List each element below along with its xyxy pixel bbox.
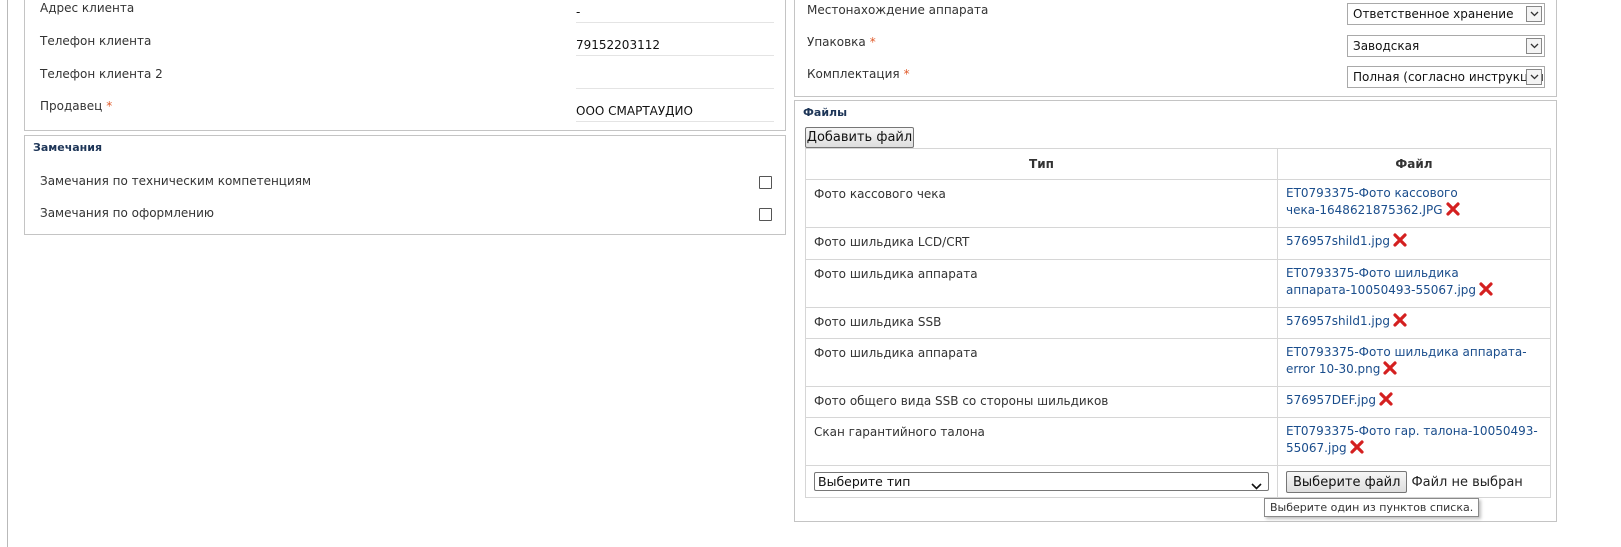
delete-icon[interactable] — [1383, 361, 1397, 380]
file-type-cell: Фото шильдика аппарата — [805, 338, 1278, 387]
completeness-value: Полная (согласно инструкции) — [1353, 70, 1545, 84]
client-address-label: Адрес клиента — [40, 1, 135, 15]
new-file-cell: Выберите файл Файл не выбран — [1277, 465, 1551, 498]
device-location-select[interactable]: Ответственное хранение — [1347, 3, 1545, 25]
files-title: Файлы — [803, 106, 848, 119]
divider — [576, 22, 774, 23]
page-left-border — [7, 0, 8, 547]
packaging-select[interactable]: Заводская — [1347, 35, 1545, 57]
table-row: Фото шильдика аппарата ET0793375-Фото ши… — [805, 338, 1551, 387]
packaging-label: Упаковка * — [807, 35, 876, 49]
remark-technical-label: Замечания по техническим компетенциям — [40, 174, 312, 188]
table-row: Скан гарантийного талона ET0793375-Фото … — [805, 417, 1551, 466]
table-row: Фото кассового чека ET0793375-Фото кассо… — [805, 179, 1551, 228]
file-cell: ET0793375-Фото гар. талона-10050493-5506… — [1277, 417, 1551, 466]
delete-icon[interactable] — [1445, 202, 1460, 221]
chevron-down-icon — [1526, 38, 1542, 54]
completeness-label: Комплектация * — [807, 67, 910, 81]
file-cell: ET0793375-Фото кассового чека-1648621875… — [1277, 179, 1551, 228]
chevron-down-icon — [1251, 478, 1262, 493]
file-cell: ET0793375-Фото шильдика аппарата-1005049… — [1277, 259, 1551, 308]
select-tooltip: Выберите один из пунктов списка. — [1264, 498, 1480, 517]
table-row: Фото шильдика аппарата ET0793375-Фото ши… — [805, 259, 1551, 308]
file-cell: ET0793375-Фото шильдика аппарата-error 1… — [1277, 338, 1551, 387]
file-link[interactable]: ET0793375-Фото шильдика аппарата-1005049… — [1286, 266, 1476, 297]
file-cell: 576957shild1.jpg — [1277, 227, 1551, 260]
file-link[interactable]: 576957shild1.jpg — [1286, 234, 1390, 248]
seller-value: ООО СМАРТАУДИО — [576, 104, 693, 118]
client-phone-value: 79152203112 — [576, 38, 660, 52]
client-address-value: - — [576, 5, 581, 19]
delete-icon[interactable] — [1393, 233, 1407, 252]
device-location-label: Местонахождение аппарата — [807, 3, 989, 17]
delete-icon[interactable] — [1479, 282, 1493, 301]
no-file-text: Файл не выбран — [1411, 475, 1523, 490]
file-link[interactable]: 576957shild1.jpg — [1286, 314, 1390, 328]
seller-label: Продавец * — [40, 99, 113, 113]
delete-icon[interactable] — [1379, 392, 1393, 411]
column-header-type: Тип — [805, 148, 1278, 180]
add-file-button[interactable]: Добавить файл — [805, 127, 914, 148]
new-file-row: Выберите тип Выберите файл Файл не выбран — [805, 465, 1551, 498]
divider — [576, 88, 774, 89]
new-file-type-cell: Выберите тип — [805, 465, 1278, 498]
file-type-select[interactable]: Выберите тип — [814, 472, 1269, 491]
file-type-placeholder: Выберите тип — [818, 474, 911, 489]
file-type-cell: Скан гарантийного талона — [805, 417, 1278, 466]
required-mark: * — [106, 99, 113, 113]
required-mark: * — [903, 67, 910, 81]
file-link[interactable]: 576957DEF.jpg — [1286, 393, 1376, 407]
remarks-panel: Замечания Замечания по техническим компе… — [24, 135, 786, 235]
file-type-cell: Фото общего вида SSB со стороны шильдико… — [805, 386, 1278, 418]
client-info-panel: Адрес клиента - Телефон клиента 79152203… — [24, 0, 786, 131]
file-cell: 576957DEF.jpg — [1277, 386, 1551, 418]
file-cell: 576957shild1.jpg — [1277, 307, 1551, 339]
table-row: Фото общего вида SSB со стороны шильдико… — [805, 386, 1551, 418]
table-header-row: Тип Файл — [805, 148, 1551, 180]
remark-formatting-label: Замечания по оформлению — [40, 206, 215, 220]
chevron-down-icon — [1526, 6, 1542, 22]
delete-icon[interactable] — [1393, 313, 1407, 332]
column-header-file: Файл — [1277, 148, 1551, 180]
table-row: Фото шильдика SSB 576957shild1.jpg — [805, 307, 1551, 339]
client-phone-label: Телефон клиента — [40, 34, 152, 48]
file-type-cell: Фото шильдика SSB — [805, 307, 1278, 339]
divider — [576, 55, 774, 56]
client-phone2-label: Телефон клиента 2 — [40, 67, 163, 81]
files-table: Тип Файл Фото кассового чека ET0793375-Ф… — [805, 148, 1551, 498]
device-panel: Местонахождение аппарата Ответственное х… — [794, 0, 1557, 97]
divider — [576, 121, 774, 122]
choose-file-button[interactable]: Выберите файл — [1286, 471, 1408, 493]
table-row: Фото шильдика LCD/CRT 576957shild1.jpg — [805, 227, 1551, 260]
file-type-cell: Фото кассового чека — [805, 179, 1278, 228]
completeness-select[interactable]: Полная (согласно инструкции) — [1347, 66, 1545, 88]
required-mark: * — [869, 35, 876, 49]
file-link[interactable]: ET0793375-Фото шильдика аппарата-error 1… — [1286, 345, 1527, 376]
device-location-value: Ответственное хранение — [1353, 7, 1514, 21]
file-type-cell: Фото шильдика аппарата — [805, 259, 1278, 308]
delete-icon[interactable] — [1349, 440, 1364, 459]
remark-technical-checkbox[interactable] — [759, 176, 772, 189]
file-link[interactable]: ET0793375-Фото кассового чека-1648621875… — [1286, 186, 1458, 217]
file-link[interactable]: ET0793375-Фото гар. талона-10050493-5506… — [1286, 424, 1538, 455]
chevron-down-icon — [1526, 69, 1542, 85]
file-type-cell: Фото шильдика LCD/CRT — [805, 227, 1278, 260]
remark-formatting-checkbox[interactable] — [759, 208, 772, 221]
remarks-title: Замечания — [33, 141, 103, 154]
packaging-value: Заводская — [1353, 39, 1420, 53]
files-panel: Файлы Добавить файл Тип Файл Фото кассов… — [794, 100, 1557, 522]
